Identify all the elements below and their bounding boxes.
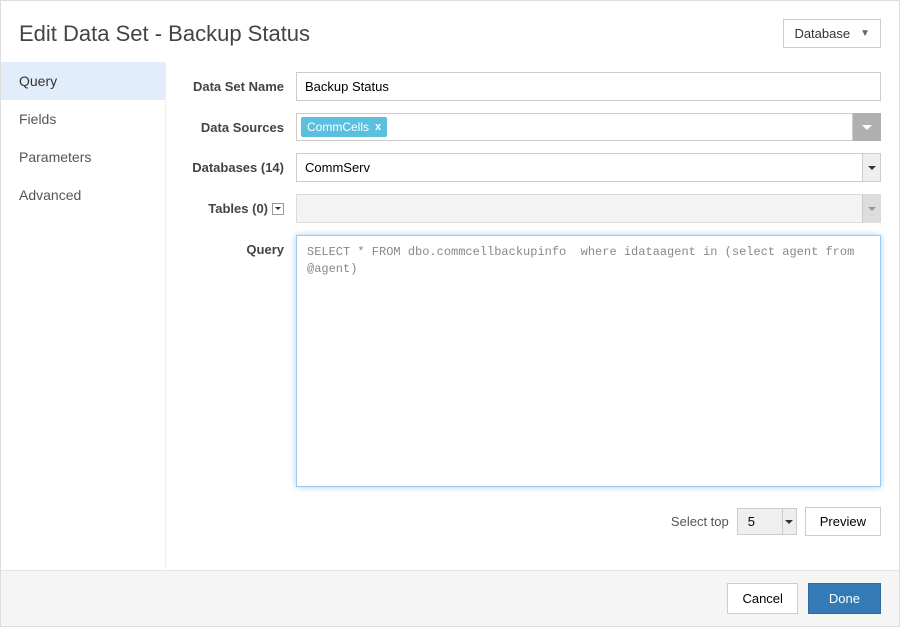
- sidebar-item-label: Query: [19, 73, 57, 89]
- select-top-dropdown[interactable]: 5: [737, 508, 797, 535]
- caret-down-icon: [862, 125, 872, 130]
- sidebar-item-label: Fields: [19, 111, 56, 127]
- dataset-type-label: Database: [794, 26, 850, 41]
- data-sources-dropdown-button[interactable]: [853, 113, 881, 141]
- select-top-label: Select top: [671, 514, 729, 529]
- dataset-type-dropdown[interactable]: Database ▼: [783, 19, 881, 48]
- preview-button[interactable]: Preview: [805, 507, 881, 536]
- preview-controls: Select top 5 Preview: [176, 499, 881, 540]
- sidebar-item-label: Advanced: [19, 187, 81, 203]
- dataset-name-label: Data Set Name: [176, 72, 296, 94]
- dataset-name-input[interactable]: [296, 72, 881, 101]
- caret-down-icon: ▼: [860, 28, 870, 39]
- tag-label: CommCells: [307, 120, 369, 134]
- sidebar-item-fields[interactable]: Fields: [1, 100, 165, 138]
- query-textarea[interactable]: [296, 235, 881, 487]
- databases-select[interactable]: CommServ: [296, 153, 881, 182]
- tables-label: Tables (0): [176, 194, 296, 216]
- modal-title: Edit Data Set - Backup Status: [19, 21, 310, 47]
- done-button[interactable]: Done: [808, 583, 881, 614]
- cancel-button[interactable]: Cancel: [727, 583, 797, 614]
- databases-label: Databases (14): [176, 153, 296, 175]
- modal-header: Edit Data Set - Backup Status Database ▼: [1, 1, 899, 62]
- sidebar-item-advanced[interactable]: Advanced: [1, 176, 165, 214]
- sidebar-item-query[interactable]: Query: [1, 62, 165, 100]
- form-area: Data Set Name Data Sources CommCells x: [166, 62, 899, 570]
- tables-label-dropdown-icon[interactable]: [272, 203, 284, 215]
- query-label: Query: [176, 235, 296, 257]
- data-sources-label: Data Sources: [176, 113, 296, 135]
- modal-body: Query Fields Parameters Advanced Data Se…: [1, 62, 899, 570]
- tag-remove-icon[interactable]: x: [375, 121, 381, 133]
- data-source-tag[interactable]: CommCells x: [301, 117, 387, 137]
- data-sources-field[interactable]: CommCells x: [296, 113, 853, 141]
- sidebar: Query Fields Parameters Advanced: [1, 62, 166, 570]
- modal-footer: Cancel Done: [1, 570, 899, 626]
- sidebar-item-parameters[interactable]: Parameters: [1, 138, 165, 176]
- edit-dataset-modal: Edit Data Set - Backup Status Database ▼…: [0, 0, 900, 627]
- sidebar-item-label: Parameters: [19, 149, 91, 165]
- tables-select: [296, 194, 881, 223]
